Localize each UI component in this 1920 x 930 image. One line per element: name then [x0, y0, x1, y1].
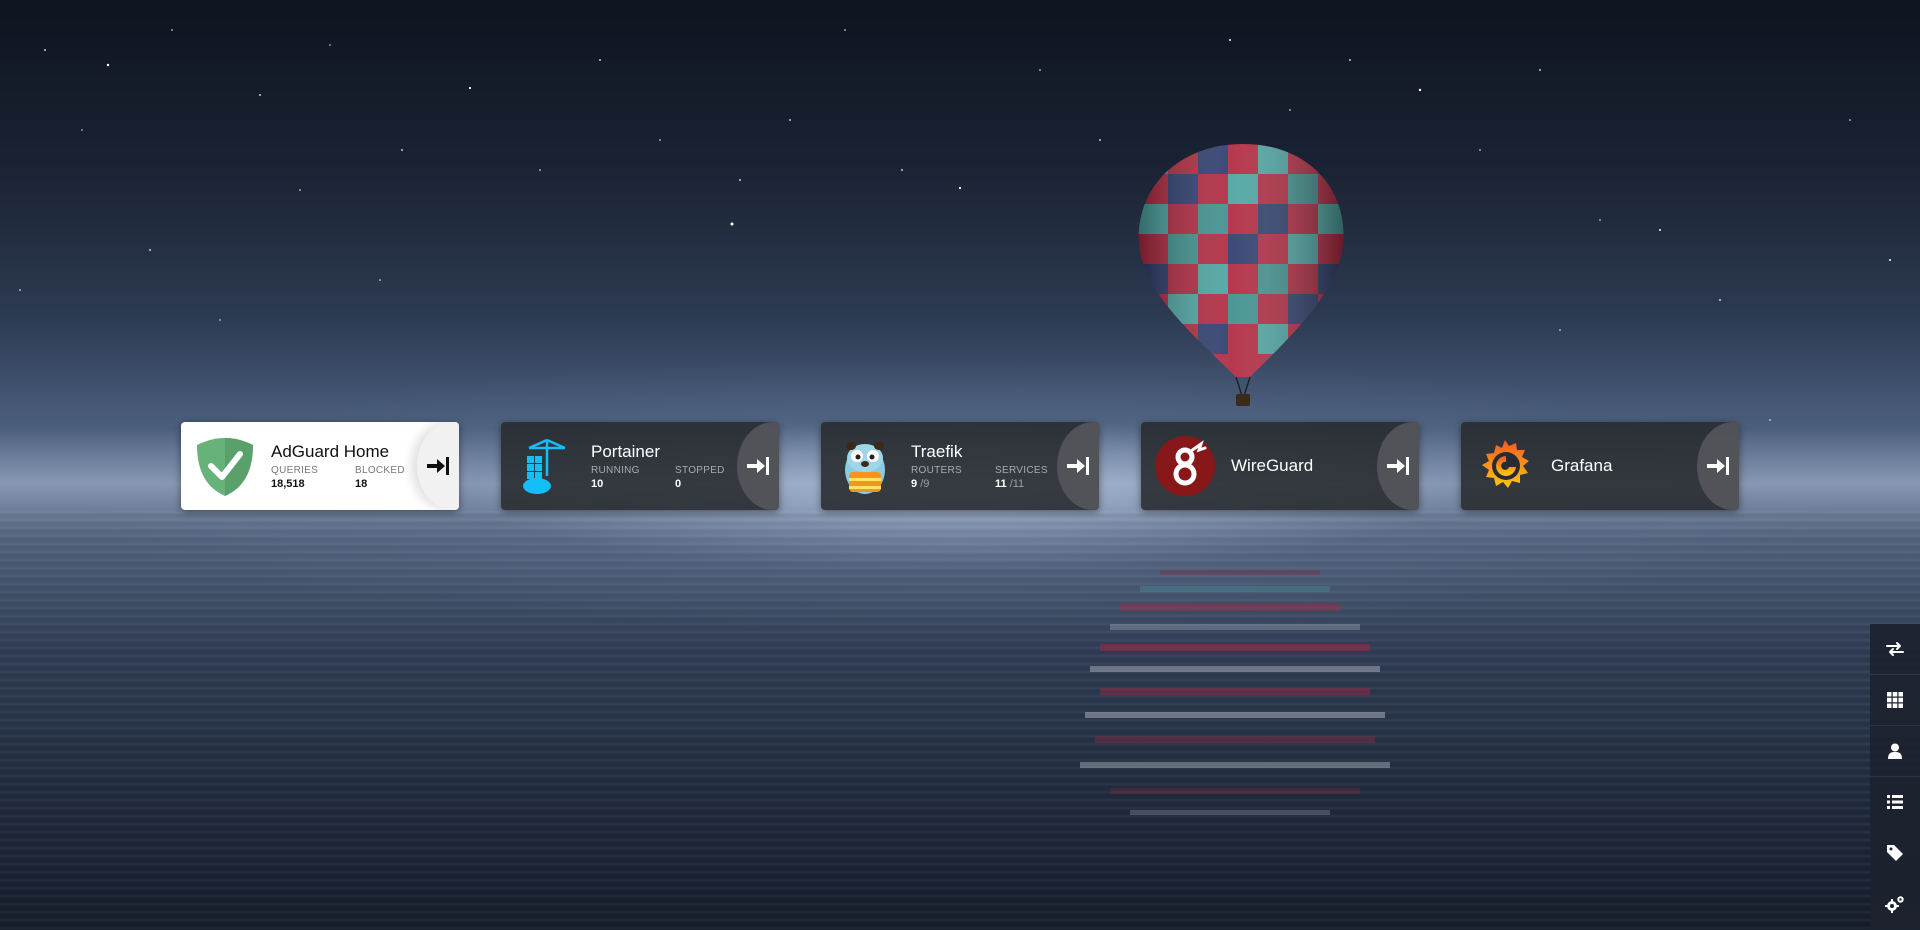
app-title: Portainer — [591, 442, 660, 461]
app-card-wireguard[interactable]: WireGuard — [1141, 422, 1419, 510]
app-card-grafana[interactable]: Grafana — [1461, 422, 1739, 510]
open-app-button[interactable] — [1057, 422, 1099, 510]
open-app-button[interactable] — [737, 422, 779, 510]
open-app-button[interactable] — [417, 422, 459, 510]
sign-in-arrow-icon — [1387, 457, 1409, 475]
grafana-swirl-icon — [1482, 440, 1529, 488]
app-title: Traefik — [911, 442, 963, 461]
app-title: WireGuard — [1231, 456, 1314, 475]
swap-icon — [1886, 642, 1904, 656]
right-sidebar — [1870, 624, 1920, 930]
app-title: AdGuard Home — [271, 442, 390, 461]
grid-icon — [1887, 692, 1903, 708]
hot-air-balloon-image — [1138, 144, 1344, 406]
stat-queries: QUERIES 18,518 — [271, 465, 319, 490]
traefik-gopher-icon — [845, 442, 885, 494]
stat-routers: ROUTERS 9 /9 — [911, 465, 962, 490]
stat-running: RUNNING 10 — [591, 465, 640, 490]
starry-sky — [19, 29, 1891, 421]
app-stats: ROUTERS 9 /9 SERVICES 11 /11 — [911, 465, 1079, 491]
wireguard-dragon-icon — [1155, 436, 1215, 496]
list-icon — [1887, 795, 1903, 809]
app-title: Grafana — [1551, 456, 1613, 475]
settings-button[interactable] — [1870, 879, 1920, 929]
app-stats: QUERIES 18,518 BLOCKED 18 — [271, 465, 439, 491]
tag-icon — [1887, 845, 1903, 861]
items-list-button[interactable] — [1870, 777, 1920, 827]
sign-in-arrow-icon — [427, 457, 449, 475]
tags-button[interactable] — [1870, 828, 1920, 878]
apps-grid-button[interactable] — [1870, 675, 1920, 725]
portainer-logo-icon — [523, 438, 566, 494]
users-button[interactable] — [1870, 726, 1920, 776]
open-app-button[interactable] — [1697, 422, 1739, 510]
settings-icon — [1885, 896, 1904, 913]
open-app-button[interactable] — [1377, 422, 1419, 510]
sign-in-arrow-icon — [1707, 457, 1729, 475]
app-card-traefik[interactable]: Traefik ROUTERS 9 /9 SERVICES 11 /11 — [821, 422, 1099, 510]
user-icon — [1888, 743, 1902, 759]
app-card-adguard-home[interactable]: AdGuard Home QUERIES 18,518 BLOCKED 18 — [181, 422, 459, 510]
sign-in-arrow-icon — [1067, 457, 1089, 475]
app-card-portainer[interactable]: Portainer RUNNING 10 STOPPED 0 — [501, 422, 779, 510]
app-stats: RUNNING 10 STOPPED 0 — [591, 465, 759, 491]
water-surface — [0, 510, 1920, 930]
balloon-reflection-image — [1080, 570, 1390, 815]
adguard-shield-icon — [197, 438, 253, 496]
switch-view-button[interactable] — [1870, 624, 1920, 674]
sign-in-arrow-icon — [747, 457, 769, 475]
